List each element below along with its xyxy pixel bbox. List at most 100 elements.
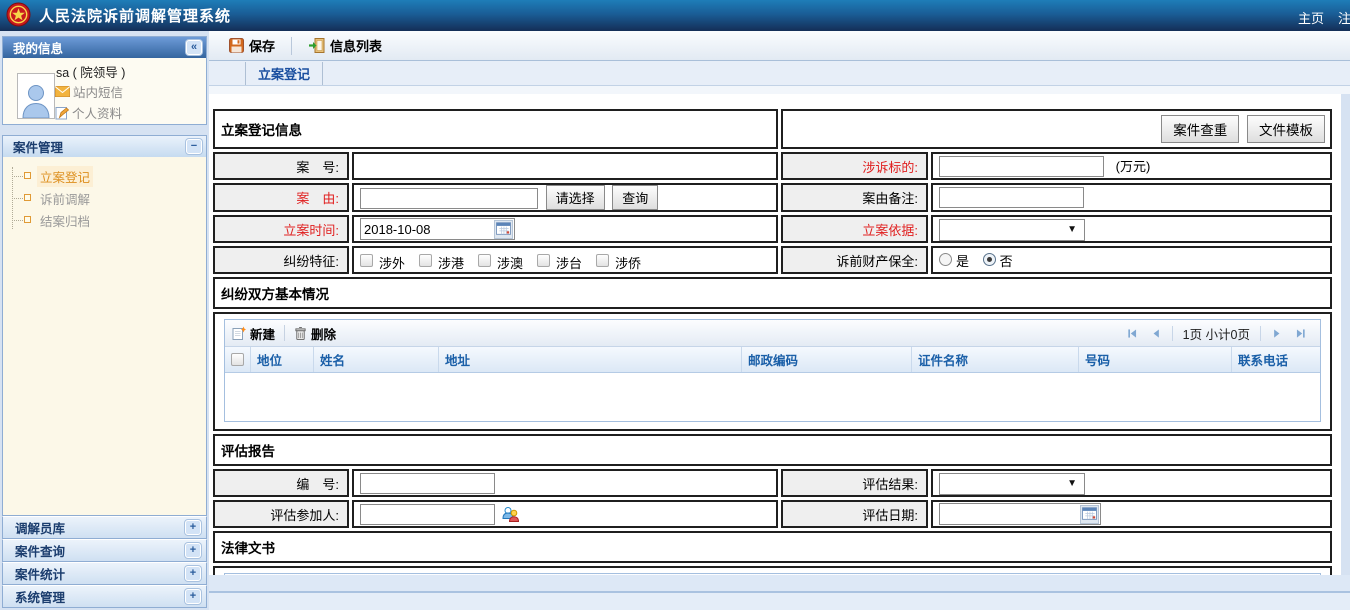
file-date-input[interactable]	[361, 222, 494, 237]
cause-note-label: 案由备注:	[781, 183, 928, 212]
tree-bullet-icon	[24, 194, 31, 201]
home-link[interactable]: 主页	[1298, 8, 1324, 27]
calendar-icon[interactable]	[494, 220, 513, 239]
case-no-label: 案 号:	[213, 152, 349, 180]
column-header: 证件名称	[912, 347, 1079, 372]
chevron-down-icon: ▼	[1067, 224, 1077, 235]
select-people-icon[interactable]	[502, 510, 519, 525]
sidebar-panel-mediators[interactable]: 调解员库 +	[2, 516, 207, 539]
case-dup-check-button[interactable]: 案件查重	[1161, 115, 1239, 143]
doc-template-button[interactable]: 文件模板	[1247, 115, 1325, 143]
court-emblem-icon	[6, 2, 31, 30]
case-register-form: 立案登记信息 案件查重 文件模板 案 号: 涉诉标的: (万元) 案 由:	[210, 106, 1335, 575]
column-header: 地址	[439, 347, 742, 372]
delete-party-button[interactable]: 删除	[294, 324, 336, 343]
column-header: 号码	[1079, 347, 1232, 372]
parties-grid-toolbar: 新建 删除	[225, 320, 1320, 347]
expand-icon[interactable]: +	[185, 566, 201, 581]
radio-preservation-no[interactable]	[983, 253, 996, 266]
first-page-icon[interactable]	[1120, 327, 1144, 340]
case-mgmt-tree: 立案登记 诉前调解 结案归档	[3, 157, 206, 515]
select-all-checkbox[interactable]	[231, 353, 244, 366]
basis-label: 立案依据:	[781, 215, 928, 243]
tab-case-register[interactable]: 立案登记	[245, 62, 323, 85]
page-summary: 1页 小计0页	[1177, 324, 1256, 343]
profile-link[interactable]: 个人资料	[55, 103, 122, 122]
my-info-body: sa ( 院领导 ) 站内短信 个人资料	[3, 58, 206, 124]
column-header: 联系电话	[1232, 347, 1320, 372]
amount-unit: (万元)	[1116, 159, 1151, 174]
sidebar-item-pre-mediation[interactable]: 诉前调解	[3, 187, 206, 209]
expand-icon[interactable]: +	[185, 543, 201, 558]
logout-link[interactable]: 注销	[1338, 8, 1350, 27]
checkbox-hongkong[interactable]	[419, 254, 432, 267]
report-result-select[interactable]: ▼	[939, 473, 1085, 495]
docs-section-title: 法律文书	[213, 531, 1332, 563]
cause-input[interactable]	[360, 188, 538, 209]
bottom-strip	[209, 593, 1350, 610]
tab-bar: 立案登记	[209, 61, 1350, 86]
expand-icon[interactable]: +	[185, 589, 201, 604]
sidebar-panel-case-stats[interactable]: 案件统计 +	[2, 562, 207, 585]
sidebar-item-case-register[interactable]: 立案登记	[3, 165, 206, 187]
cause-choose-button[interactable]: 请选择	[546, 185, 605, 210]
info-list-icon	[308, 38, 325, 53]
expand-icon[interactable]: +	[185, 520, 201, 535]
amount-label: 涉诉标的:	[781, 152, 928, 180]
next-page-icon[interactable]	[1265, 327, 1289, 340]
toolbar-separator	[291, 37, 292, 55]
my-info-title: 我的信息	[13, 38, 63, 57]
person-icon	[21, 82, 51, 118]
save-button[interactable]: 保存	[223, 36, 281, 55]
case-mgmt-panel: 案件管理 − 立案登记 诉前调解 结案归档	[2, 135, 207, 516]
report-no-input[interactable]	[360, 473, 495, 494]
column-header: 姓名	[314, 347, 439, 372]
report-section-title: 评估报告	[213, 434, 1332, 466]
toolbar-separator	[284, 325, 285, 341]
parties-grid-body	[225, 373, 1320, 421]
parties-grid: 新建 删除	[224, 319, 1321, 422]
avatar	[17, 73, 55, 119]
radio-preservation-yes[interactable]	[939, 253, 952, 266]
sidebar-item-case-archive[interactable]: 结案归档	[3, 209, 206, 231]
site-message-link[interactable]: 站内短信	[55, 82, 123, 101]
checkbox-macau[interactable]	[478, 254, 491, 267]
checkbox-taiwan[interactable]	[537, 254, 550, 267]
column-header: 邮政编码	[742, 347, 912, 372]
prev-page-icon[interactable]	[1144, 327, 1168, 340]
cause-label: 案 由:	[213, 183, 349, 212]
collapse-sidebar-button[interactable]: «	[186, 40, 202, 55]
sidebar-panel-case-query[interactable]: 案件查询 +	[2, 539, 207, 562]
report-no-label: 编 号:	[213, 469, 349, 497]
checkbox-overseas[interactable]	[596, 254, 609, 267]
basis-select[interactable]: ▼	[939, 219, 1085, 241]
last-page-icon[interactable]	[1289, 327, 1313, 340]
app-title: 人民法院诉前调解管理系统	[39, 5, 231, 26]
features-label: 纠纷特征:	[213, 246, 349, 274]
parties-pagination: 1页 小计0页	[1120, 324, 1313, 343]
column-header: 地位	[251, 347, 314, 372]
cause-note-input[interactable]	[939, 187, 1084, 208]
report-date-input[interactable]	[940, 507, 1080, 522]
case-no-field	[352, 152, 778, 180]
report-date-label: 评估日期:	[781, 500, 928, 528]
my-info-header: 我的信息 «	[3, 37, 206, 58]
edit-profile-icon	[55, 106, 69, 120]
user-name: sa ( 院领导 )	[56, 62, 125, 81]
collapse-panel-button[interactable]: −	[186, 139, 202, 154]
calendar-icon[interactable]	[1080, 505, 1099, 524]
report-participants-input[interactable]	[360, 504, 495, 525]
amount-input[interactable]	[939, 156, 1104, 177]
report-result-label: 评估结果:	[781, 469, 928, 497]
sidebar-panel-system-mgmt[interactable]: 系统管理 +	[2, 585, 207, 608]
info-list-button[interactable]: 信息列表	[302, 36, 388, 55]
bottom-strip	[209, 575, 1350, 591]
new-party-button[interactable]: 新建	[232, 324, 275, 343]
parties-grid-header: 地位 姓名 地址 邮政编码 证件名称 号码 联系电话	[225, 347, 1320, 373]
checkbox-foreign[interactable]	[360, 254, 373, 267]
parties-section-title: 纠纷双方基本情况	[213, 277, 1332, 309]
save-icon	[229, 38, 244, 53]
tree-bullet-icon	[24, 216, 31, 223]
report-participants-label: 评估参加人:	[213, 500, 349, 528]
cause-query-button[interactable]: 查询	[612, 185, 658, 210]
